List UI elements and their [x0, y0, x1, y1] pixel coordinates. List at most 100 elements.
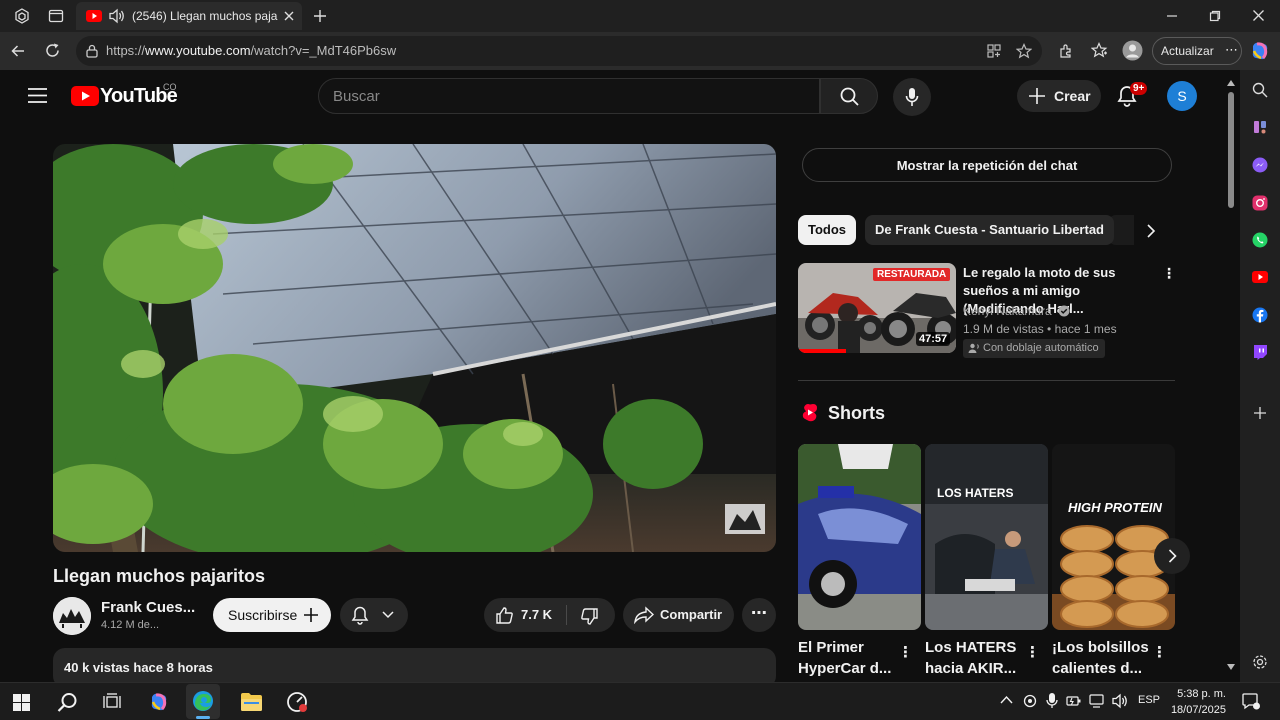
tab-actions-icon[interactable] [48, 8, 64, 24]
favorites-icon[interactable] [1091, 42, 1108, 59]
show-hidden-icons-icon[interactable] [1000, 695, 1013, 705]
close-tab-icon[interactable] [283, 10, 295, 22]
short-caption-3[interactable]: ¡Los bolsillos calientes d... [1052, 637, 1152, 679]
copilot-icon[interactable] [1249, 40, 1271, 62]
short-thumbnail-2[interactable]: LOS HATERS [925, 444, 1048, 630]
shorts-logo-icon [802, 403, 818, 422]
notification-prefs-button[interactable] [340, 598, 408, 632]
twitch-icon[interactable] [1252, 344, 1268, 360]
sidebar-settings-icon[interactable] [1252, 654, 1268, 670]
more-vertical-icon[interactable]: ⋮ [1152, 643, 1167, 661]
more-vertical-icon[interactable]: ⋮ [1162, 265, 1176, 282]
auto-dub-badge: Con doblaje automático [963, 339, 1105, 358]
short-caption-2[interactable]: Los HATERS hacia AKIR... [925, 637, 1025, 679]
windows-start-icon[interactable] [13, 694, 30, 711]
favorite-star-icon[interactable] [1016, 43, 1032, 59]
whatsapp-icon[interactable] [1252, 232, 1268, 248]
microphone-tray-icon[interactable] [1046, 692, 1058, 709]
instagram-icon[interactable] [1252, 195, 1268, 211]
create-label: Crear [1054, 88, 1091, 104]
speaker-icon[interactable] [108, 8, 126, 24]
show-chat-replay-button[interactable]: Mostrar la repetición del chat [802, 148, 1172, 182]
app-available-icon[interactable] [986, 43, 1002, 59]
chip-partial[interactable] [1108, 215, 1134, 245]
file-explorer-icon[interactable] [241, 692, 262, 711]
search-button[interactable] [820, 78, 878, 114]
system-clock[interactable]: 5:38 p. m. 18/07/2025 [1168, 686, 1226, 718]
profile-icon[interactable] [1122, 40, 1143, 61]
volume-tray-icon[interactable] [1111, 693, 1129, 709]
workspaces-icon[interactable] [14, 8, 30, 24]
search-icon [840, 87, 859, 106]
update-button[interactable]: Actualizar ⋯ [1152, 37, 1242, 65]
share-label: Compartir [660, 607, 723, 622]
restore-icon[interactable] [1209, 10, 1221, 22]
notification-center-icon[interactable] [1242, 693, 1260, 710]
copilot-taskbar-icon[interactable] [148, 691, 170, 713]
more-vertical-icon[interactable]: ⋮ [1025, 643, 1040, 661]
search-input[interactable]: Buscar [318, 78, 820, 114]
add-sidebar-app-icon[interactable] [1253, 406, 1267, 420]
chip-all[interactable]: Todos [798, 215, 857, 245]
video-player[interactable] [53, 144, 776, 552]
facebook-icon[interactable] [1252, 307, 1268, 323]
channel-avatar[interactable] [53, 597, 91, 635]
search-placeholder: Buscar [333, 88, 380, 105]
minimize-icon[interactable] [1166, 10, 1178, 22]
url-text: https://www.youtube.com/watch?v=_MdT46Pb… [106, 43, 397, 58]
taskbar-search-icon[interactable] [57, 692, 78, 713]
short-thumbnail-1[interactable] [798, 444, 921, 630]
meet-now-icon[interactable] [1023, 693, 1037, 709]
close-window-icon[interactable] [1252, 9, 1265, 22]
shorts-next-button[interactable] [1154, 538, 1190, 574]
tab-title: (2546) Llegan muchos pajaritos [132, 9, 278, 23]
input-language[interactable]: ESP [1138, 694, 1160, 706]
like-button[interactable]: 7.7 K [484, 598, 566, 632]
create-button[interactable]: Crear [1017, 80, 1101, 112]
chip-from-channel[interactable]: De Frank Cuesta - Santuario Libertad [865, 215, 1114, 245]
speedtest-app-icon[interactable] [286, 691, 308, 713]
reload-icon[interactable] [44, 42, 61, 59]
edge-taskbar-button[interactable] [186, 684, 220, 719]
active-tab[interactable]: (2546) Llegan muchos pajaritos [76, 2, 302, 30]
short-thumbnail-3[interactable]: HIGH PROTEIN [1052, 444, 1175, 630]
more-options-icon[interactable]: ⋯ [1225, 42, 1238, 58]
recommended-channel-name: Kenyi Nakamura [963, 304, 1052, 318]
recommended-thumbnail[interactable]: RESTAURADA 47:57 [798, 263, 956, 353]
recommended-channel[interactable]: Kenyi Nakamura [963, 304, 1070, 318]
voice-search-button[interactable] [893, 78, 931, 116]
new-tab-icon[interactable] [312, 8, 328, 24]
dislike-button[interactable] [567, 598, 615, 632]
messenger-icon[interactable] [1252, 157, 1268, 173]
windows-taskbar: ESP 5:38 p. m. 18/07/2025 [0, 682, 1280, 720]
address-bar-row: https://www.youtube.com/watch?v=_MdT46Pb… [0, 32, 1280, 70]
extensions-icon[interactable] [1058, 43, 1074, 59]
channel-name[interactable]: Frank Cues... [101, 599, 195, 616]
sidebar-search-icon[interactable] [1252, 82, 1268, 98]
menu-icon[interactable] [28, 88, 47, 103]
task-view-icon[interactable] [103, 693, 121, 711]
more-vertical-icon[interactable]: ⋮ [898, 643, 913, 661]
avatar-letter: S [1177, 88, 1187, 104]
power-tray-icon[interactable] [1066, 694, 1082, 708]
url-field[interactable]: https://www.youtube.com/watch?v=_MdT46Pb… [76, 36, 1042, 66]
youtube-sidebar-icon[interactable] [1252, 271, 1268, 283]
short-caption-1[interactable]: El Primer HyperCar d... [798, 637, 898, 679]
more-actions-button[interactable]: ⋯ [742, 598, 776, 632]
subscribe-button[interactable]: Suscribirse [213, 598, 331, 632]
youtube-logo[interactable] [71, 86, 99, 106]
network-tray-icon[interactable] [1089, 694, 1106, 708]
short-overlay-text: HIGH PROTEIN [1068, 500, 1162, 515]
back-icon[interactable] [10, 43, 26, 59]
site-info-icon[interactable] [85, 44, 99, 58]
shorts-heading: Shorts [828, 403, 886, 423]
account-avatar[interactable]: S [1167, 81, 1197, 111]
share-button[interactable]: Compartir [623, 598, 734, 632]
youtube-header: YouTube CO Buscar Crear 9+ S [0, 70, 1225, 122]
chevron-right-icon[interactable] [1146, 224, 1156, 238]
video-title: Llegan muchos pajaritos [53, 566, 266, 586]
page-scrollbar[interactable] [1225, 78, 1237, 674]
active-app-indicator [196, 716, 210, 719]
sidebar-tools-icon[interactable] [1252, 119, 1268, 135]
thumbs-down-icon [580, 607, 599, 626]
